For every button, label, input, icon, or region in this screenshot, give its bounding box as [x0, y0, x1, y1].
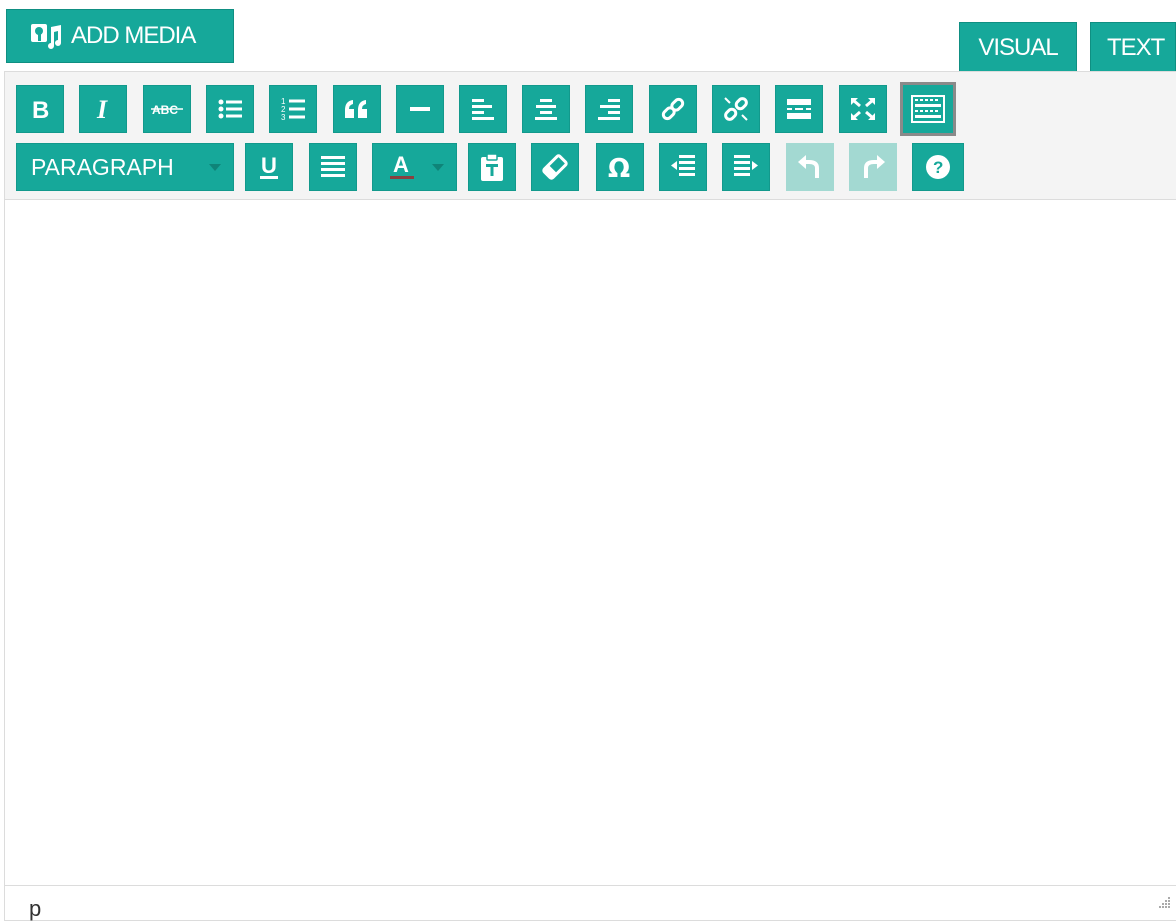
unlink-icon	[724, 97, 748, 121]
svg-text:ABC: ABC	[152, 103, 178, 117]
svg-text:3: 3	[281, 113, 286, 122]
tab-visual-label: VISUAL	[978, 33, 1058, 61]
strikethrough-button[interactable]: ABC	[143, 85, 191, 133]
undo-icon	[798, 155, 819, 178]
fullscreen-button[interactable]	[839, 85, 887, 133]
paste-as-text-button[interactable]	[468, 143, 516, 191]
svg-text:U: U	[261, 153, 277, 178]
strikethrough-icon: ABC	[151, 103, 183, 117]
justify-button[interactable]	[309, 143, 357, 191]
remove-link-button[interactable]	[712, 85, 760, 133]
read-more-button[interactable]	[775, 85, 823, 133]
read-more-icon	[787, 99, 811, 119]
clear-formatting-button[interactable]	[531, 143, 579, 191]
align-right-icon	[598, 99, 620, 120]
bullet-list-button[interactable]	[206, 85, 254, 133]
editor-content-area[interactable]	[5, 200, 1176, 884]
tab-text[interactable]: TEXT	[1090, 22, 1176, 72]
add-media-label: ADD MEDIA	[71, 22, 196, 49]
media-icon	[29, 20, 63, 52]
eraser-icon	[542, 154, 568, 180]
svg-text:A: A	[393, 152, 409, 177]
element-path[interactable]: p	[29, 896, 41, 922]
svg-text:I: I	[96, 96, 108, 122]
format-select[interactable]: PARAGRAPH	[16, 143, 234, 191]
fullscreen-icon	[851, 98, 875, 120]
bullet-list-icon	[218, 99, 242, 119]
align-left-icon	[472, 99, 494, 120]
chevron-down-icon	[209, 164, 221, 171]
format-select-value: PARAGRAPH	[31, 153, 174, 180]
svg-text:?: ?	[933, 158, 943, 177]
svg-text:B: B	[32, 97, 49, 122]
blockquote-button[interactable]	[333, 85, 381, 133]
paste-text-icon	[481, 153, 503, 181]
underline-button[interactable]: U	[245, 143, 293, 191]
redo-button[interactable]	[849, 143, 897, 191]
numbered-list-icon: 123	[281, 97, 305, 122]
omega-icon: Ω	[608, 154, 630, 182]
tab-visual[interactable]: VISUAL	[959, 22, 1077, 72]
outdent-button[interactable]	[659, 143, 707, 191]
undo-button[interactable]	[786, 143, 834, 191]
outdent-icon	[671, 155, 695, 176]
toolbar-toggle-button[interactable]	[900, 82, 956, 136]
numbered-list-button[interactable]: 123	[269, 85, 317, 133]
align-left-button[interactable]	[459, 85, 507, 133]
tab-text-label: TEXT	[1107, 33, 1165, 61]
align-center-button[interactable]	[522, 85, 570, 133]
underline-icon: U	[260, 153, 278, 179]
indent-icon	[734, 155, 758, 176]
svg-text:Ω: Ω	[608, 154, 630, 182]
indent-button[interactable]	[722, 143, 770, 191]
special-character-button[interactable]: Ω	[596, 143, 644, 191]
bold-icon: B	[32, 97, 49, 122]
help-button[interactable]: ?	[912, 143, 964, 191]
insert-link-button[interactable]	[649, 85, 697, 133]
chevron-down-icon	[432, 164, 444, 171]
blockquote-icon	[345, 100, 367, 118]
resize-handle-icon[interactable]	[1156, 894, 1172, 910]
horizontal-line-icon	[410, 107, 430, 111]
add-media-button[interactable]: ADD MEDIA	[6, 9, 234, 63]
horizontal-line-button[interactable]	[396, 85, 444, 133]
italic-icon: I	[96, 96, 108, 122]
bold-button[interactable]: B	[16, 85, 64, 133]
text-color-button[interactable]: A	[372, 143, 457, 191]
link-icon	[661, 97, 685, 121]
text-color-icon: A	[389, 152, 414, 179]
justify-icon	[321, 156, 345, 177]
italic-button[interactable]: I	[79, 85, 127, 133]
help-icon: ?	[926, 155, 950, 179]
keyboard-icon	[911, 95, 945, 123]
align-center-icon	[535, 99, 557, 120]
redo-icon	[864, 155, 885, 178]
align-right-button[interactable]	[585, 85, 633, 133]
editor-statusbar: p	[5, 885, 1176, 922]
